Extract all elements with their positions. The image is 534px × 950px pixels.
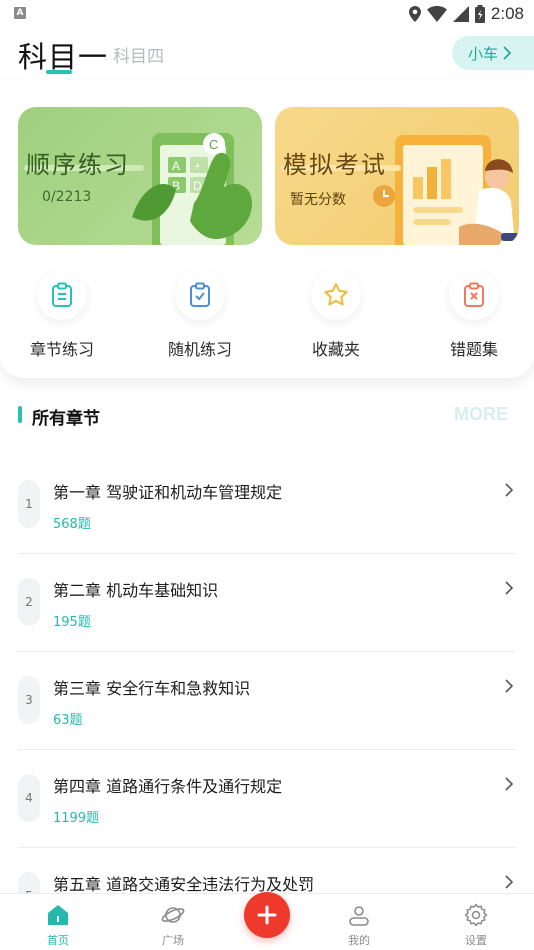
phone-abcd-illustration: A B D + C (132, 133, 252, 245)
chapter-number: 4 (18, 774, 40, 822)
sequential-practice-card[interactable]: 顺序练习 0/2213 A B D + C (18, 107, 262, 245)
score-text: 暂无分数 (290, 192, 346, 208)
planet-icon (161, 907, 185, 923)
chapter-practice-button[interactable]: 章节练习 (12, 270, 112, 360)
svg-text:C: C (209, 137, 218, 152)
wrong-questions-button[interactable]: 错题集 (424, 270, 524, 360)
favorites-button[interactable]: 收藏夹 (286, 270, 386, 360)
clipboard-check-icon (175, 270, 225, 320)
svg-text:+: + (194, 159, 201, 173)
plus-icon (257, 905, 277, 925)
chapter-list: 1 第一章 驾驶证和机动车管理规定 568题 2 第二章 机动车基础知识 195… (0, 456, 534, 946)
subject-header: 科目一 科目四 小车 (0, 28, 534, 78)
action-label: 收藏夹 (311, 340, 360, 359)
chapter-number: 2 (18, 578, 40, 626)
chevron-right-icon (505, 777, 514, 791)
nav-mine[interactable]: 我的 (319, 894, 399, 950)
card-title: 顺序练习 (26, 151, 130, 179)
chevron-right-icon (505, 483, 514, 497)
chapter-title: 第五章 道路交通安全违法行为及处罚 (53, 875, 315, 894)
section-header: 所有章节 MORE (0, 398, 534, 434)
chevron-right-icon (503, 46, 512, 60)
nav-label: 首页 (47, 934, 69, 947)
status-bar: A 2:08 (0, 0, 534, 28)
action-label: 章节练习 (29, 340, 94, 359)
gear-icon (464, 903, 488, 927)
clock-time: 2:08 (490, 4, 524, 23)
chapter-row[interactable]: 3 第三章 安全行车和急救知识 63题 (0, 652, 534, 750)
vehicle-type-label: 小车 (468, 44, 499, 63)
exam-illustration (395, 135, 519, 245)
chapter-title: 第三章 安全行车和急救知识 (53, 679, 251, 698)
nav-label: 广场 (162, 934, 184, 947)
chapter-number: 1 (18, 480, 40, 528)
progress-text: 0/2213 (42, 189, 92, 205)
battery-icon (474, 5, 485, 23)
random-practice-button[interactable]: 随机练习 (150, 270, 250, 360)
nav-settings[interactable]: 设置 (436, 894, 516, 950)
star-icon (311, 270, 361, 320)
chapter-title: 第一章 驾驶证和机动车管理规定 (53, 483, 283, 502)
subject-tab-4[interactable]: 科目四 (113, 42, 164, 67)
chapter-title: 第二章 机动车基础知识 (53, 581, 219, 600)
chapter-row[interactable]: 4 第四章 道路通行条件及通行规定 1199题 (0, 750, 534, 848)
nav-label: 设置 (465, 934, 487, 947)
subject-tab-indicator (46, 70, 72, 74)
chevron-right-icon (505, 679, 514, 693)
nav-square[interactable]: 广场 (133, 894, 213, 950)
chapter-row[interactable]: 1 第一章 驾驶证和机动车管理规定 568题 (0, 456, 534, 554)
nav-home[interactable]: 首页 (18, 894, 98, 950)
svg-text:A: A (172, 159, 180, 173)
card-title: 模拟考试 (283, 151, 387, 179)
user-icon (349, 906, 369, 926)
status-icons: 2:08 (408, 4, 524, 24)
nav-label: 我的 (348, 934, 370, 947)
question-count: 1199题 (53, 811, 100, 826)
chapter-number: 3 (18, 676, 40, 724)
chevron-right-icon (505, 581, 514, 595)
clipboard-list-icon (37, 270, 87, 320)
clipboard-x-icon (449, 270, 499, 320)
wifi-icon (426, 6, 447, 22)
location-icon (408, 6, 421, 22)
more-link[interactable]: MORE (454, 404, 508, 425)
mock-exam-card[interactable]: 模拟考试 暂无分数 (275, 107, 519, 245)
question-count: 568题 (53, 517, 91, 532)
question-count: 195题 (53, 615, 91, 630)
add-button[interactable] (244, 892, 290, 938)
action-label: 错题集 (449, 340, 498, 359)
question-count: 63题 (53, 713, 83, 728)
svg-text:D: D (193, 179, 202, 193)
action-label: 随机练习 (167, 340, 232, 359)
quick-actions: 章节练习 随机练习 收藏夹 错题集 (0, 270, 534, 360)
notification-icon: A (14, 7, 26, 19)
section-title: 所有章节 (32, 409, 100, 429)
vehicle-type-button[interactable]: 小车 (452, 36, 534, 70)
chevron-right-icon (505, 875, 514, 889)
chapter-title: 第四章 道路通行条件及通行规定 (53, 777, 283, 796)
home-icon (48, 905, 68, 925)
chapter-row[interactable]: 2 第二章 机动车基础知识 195题 (0, 554, 534, 652)
section-accent-bar (18, 406, 22, 423)
signal-icon (452, 6, 469, 22)
top-panel: 顺序练习 0/2213 A B D + C 模拟考试 暂无分数 章节练习 随机练… (0, 80, 534, 378)
